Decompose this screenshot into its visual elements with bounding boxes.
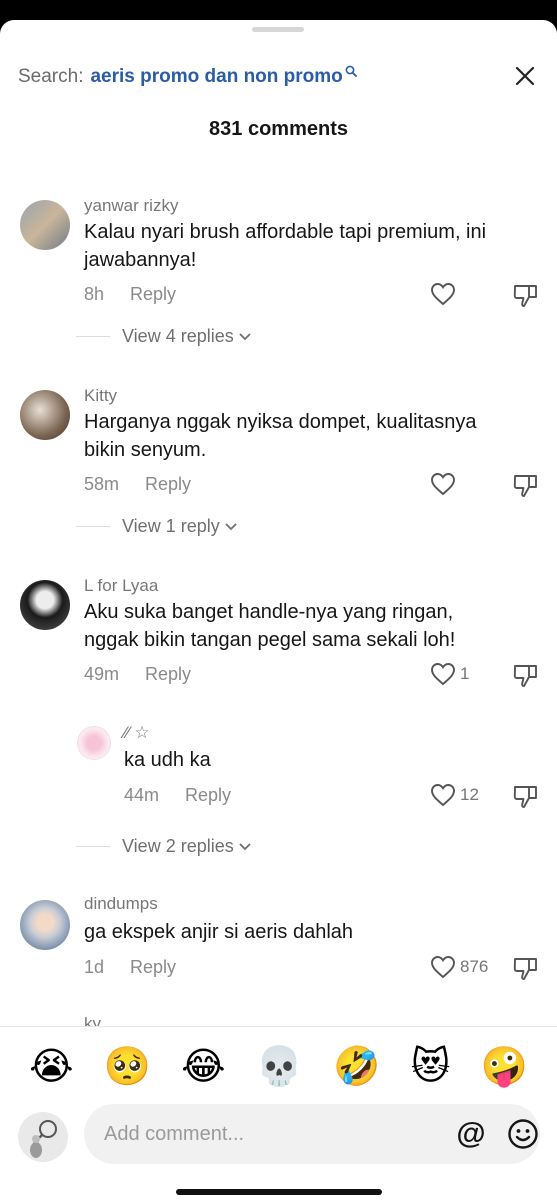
heart-icon <box>431 473 455 496</box>
view-replies-label: View 4 replies <box>122 326 234 346</box>
avatar[interactable] <box>20 900 70 950</box>
avatar[interactable] <box>77 726 111 760</box>
divider <box>76 336 110 337</box>
like-button[interactable] <box>430 282 460 306</box>
comment-input[interactable] <box>104 1122 424 1146</box>
reply-button[interactable]: Reply <box>130 957 176 978</box>
comment-time: 58m <box>84 474 120 494</box>
view-replies-label: View 2 replies <box>122 836 234 856</box>
comment-text-line: jawabannya! <box>84 249 197 271</box>
emoji-zany-face[interactable]: 🤪 <box>481 1047 528 1085</box>
avatar[interactable] <box>20 580 70 630</box>
emoji-picker-button[interactable] <box>507 1118 539 1150</box>
smiley-icon <box>508 1119 538 1149</box>
comment-text-line: bikin senyum. <box>84 439 207 461</box>
like-button[interactable] <box>430 472 460 496</box>
comment-count: 831 comments <box>209 118 348 140</box>
dislike-button[interactable] <box>512 281 540 309</box>
emoji-rofl[interactable]: 🤣 <box>333 1047 380 1085</box>
divider <box>76 846 110 847</box>
chevron-down-icon <box>225 522 237 530</box>
dislike-button[interactable] <box>512 471 540 499</box>
comment-username[interactable]: dindumps <box>84 894 158 914</box>
comment-text-line: ga ekspek anjir si aeris dahlah <box>84 921 354 943</box>
like-count: 876 <box>460 957 489 976</box>
comment-username[interactable]: Kitty <box>84 386 117 406</box>
my-avatar[interactable] <box>18 1112 68 1162</box>
comment-username[interactable]: L for Lyaa <box>84 576 158 596</box>
reply-button[interactable]: Reply <box>130 284 176 305</box>
comment-username[interactable]: yanwar rizky <box>84 196 178 216</box>
view-replies-button[interactable]: View 1 reply <box>76 516 237 537</box>
avatar[interactable] <box>20 200 70 250</box>
emoji-pleading[interactable]: 🥺 <box>104 1047 151 1085</box>
mention-button[interactable]: @ <box>455 1118 487 1150</box>
search-row[interactable]: Search: aeris promo dan non promo <box>18 62 539 92</box>
comments-sheet: Search: aeris promo dan non promo 831 co… <box>0 20 557 1200</box>
emoji-quick-bar: 😭 🥺 😂 💀 🤣 😻 🤪 <box>0 1026 557 1104</box>
comment-username[interactable]: ⁄⁄ ☆ <box>124 723 150 743</box>
search-icon <box>345 65 357 77</box>
thumbs-down-icon <box>513 958 537 980</box>
comment-composer: @ <box>0 1104 557 1200</box>
heart-icon <box>431 784 455 807</box>
reply-button[interactable]: Reply <box>145 664 191 685</box>
comment-time: 44m <box>124 785 160 805</box>
divider <box>76 526 110 527</box>
close-button[interactable] <box>511 62 539 90</box>
heart-icon <box>431 283 455 306</box>
drag-handle[interactable] <box>252 27 304 32</box>
like-count: 1 <box>460 664 470 683</box>
search-prefix: Search: <box>18 66 84 87</box>
comment-text-line: ka udh ka <box>124 749 211 771</box>
close-icon <box>515 66 535 86</box>
comment-time: 49m <box>84 664 120 684</box>
view-replies-button[interactable]: View 2 replies <box>76 836 251 857</box>
emoji-heart-eyes-cat[interactable]: 😻 <box>411 1047 451 1085</box>
like-count: 12 <box>460 785 479 804</box>
dislike-button[interactable] <box>512 954 540 982</box>
heart-icon <box>431 663 455 686</box>
like-button[interactable]: 876 <box>430 955 488 979</box>
reply-button[interactable]: Reply <box>145 474 191 495</box>
like-button[interactable]: 12 <box>430 783 479 807</box>
emoji-tears-of-joy[interactable]: 😂 <box>181 1047 225 1085</box>
comment-text-line: Kalau nyari brush affordable tapi premiu… <box>84 221 487 243</box>
comment-time: 1d <box>84 957 105 977</box>
chevron-down-icon <box>239 332 251 340</box>
comment-text-line: Harganya nggak nyiksa dompet, kualitasny… <box>84 411 477 433</box>
emoji-skull[interactable]: 💀 <box>256 1047 303 1085</box>
dislike-button[interactable] <box>512 661 540 689</box>
view-replies-label: View 1 reply <box>122 516 220 536</box>
dislike-button[interactable] <box>512 782 540 810</box>
heart-icon <box>431 956 455 979</box>
thumbs-down-icon <box>513 475 537 497</box>
like-button[interactable]: 1 <box>430 662 469 686</box>
thumbs-down-icon <box>513 786 537 808</box>
avatar[interactable] <box>20 390 70 440</box>
chevron-down-icon <box>239 842 251 850</box>
reply-button[interactable]: Reply <box>185 785 231 806</box>
magnifier-figure-icon <box>30 1120 57 1158</box>
thumbs-down-icon <box>513 665 537 687</box>
search-query-link[interactable]: aeris promo dan non promo <box>90 66 342 88</box>
comment-text-line: nggak bikin tangan pegel sama sekali loh… <box>84 629 456 651</box>
view-replies-button[interactable]: View 4 replies <box>76 326 251 347</box>
comment-text-line: Aku suka banget handle-nya yang ringan, <box>84 601 454 623</box>
comment-time: 8h <box>84 284 105 304</box>
thumbs-down-icon <box>513 285 537 307</box>
emoji-loudly-crying[interactable]: 😭 <box>29 1047 73 1085</box>
home-indicator <box>176 1189 382 1195</box>
